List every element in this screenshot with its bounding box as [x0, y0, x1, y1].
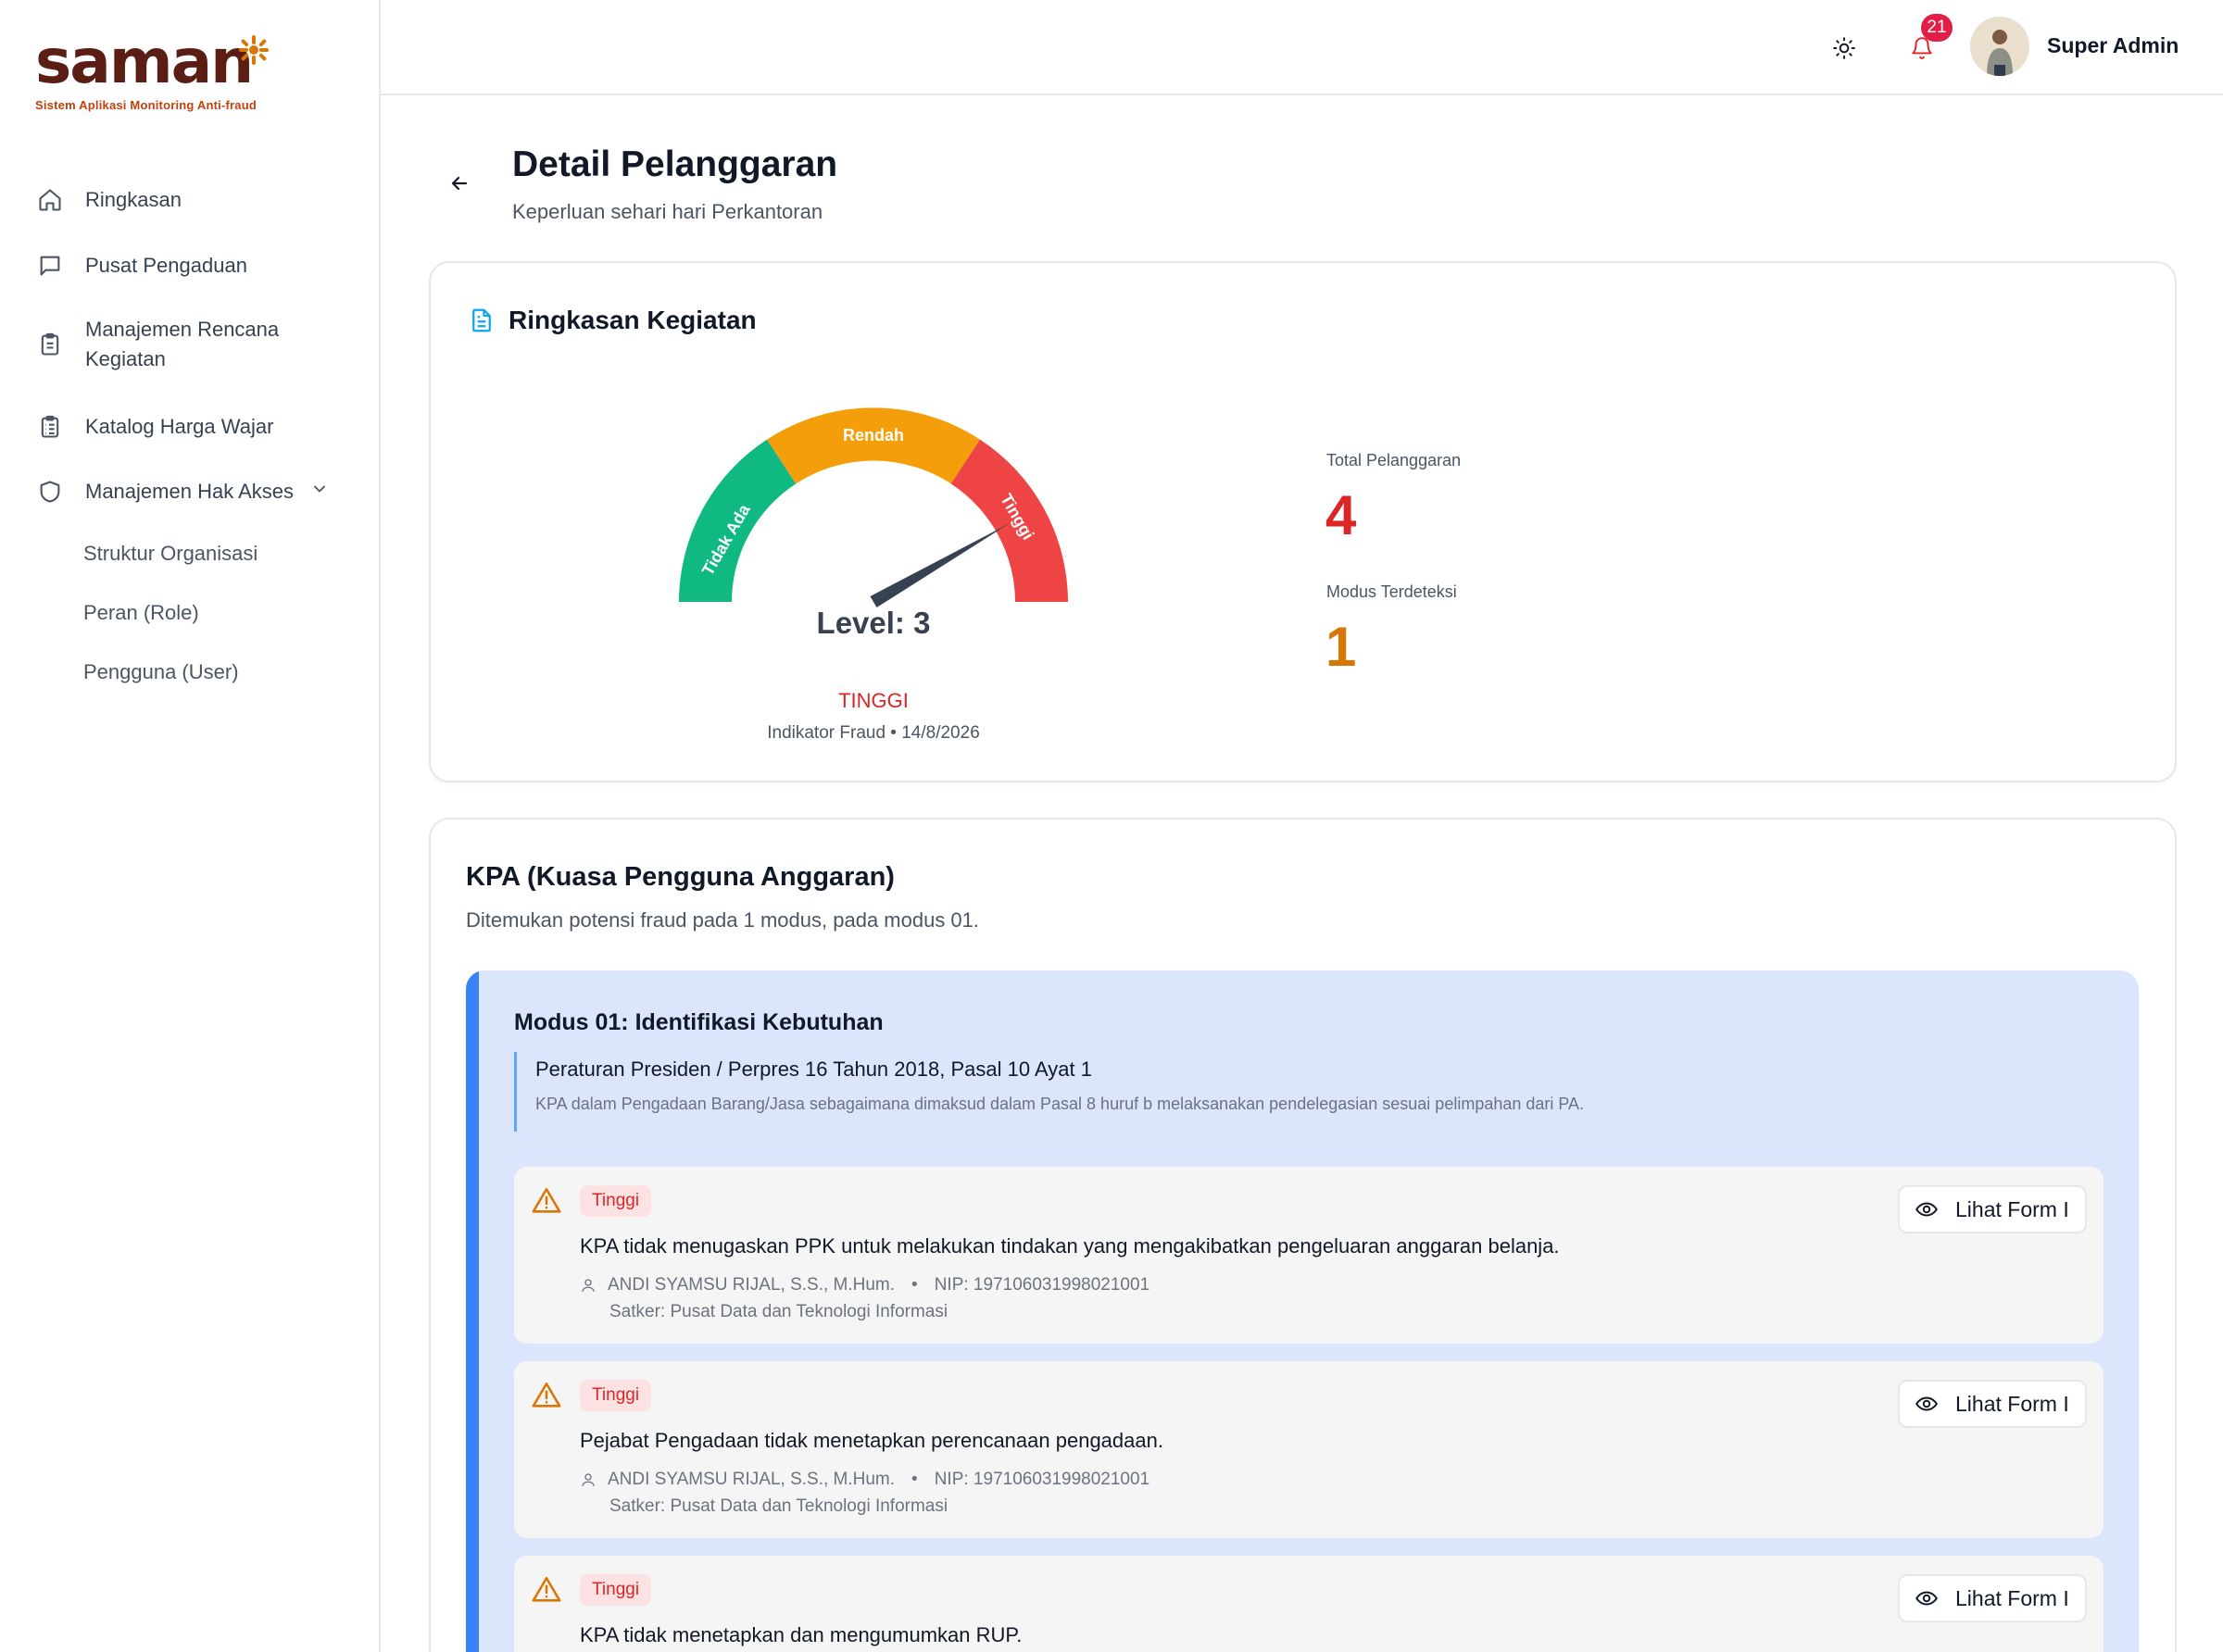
eye-icon: [1915, 1396, 1938, 1411]
modus-panel: Modus 01: Identifikasi Kebutuhan Peratur…: [466, 970, 2139, 1652]
back-button[interactable]: [445, 169, 474, 198]
stat-total-pelanggaran-label: Total Pelanggaran: [1326, 451, 1462, 469]
gauge-status: TINGGI: [838, 689, 909, 712]
sidebar-item-manajemen-hak-akses[interactable]: Manajemen Hak Akses: [35, 477, 329, 507]
finding-item: Tinggi Pejabat Pengadaan tidak menetapka…: [514, 1361, 2104, 1538]
regulation-title: Peraturan Presiden / Perpres 16 Tahun 20…: [535, 1058, 1092, 1081]
finding-satker: Satker: Pusat Data dan Teknologi Informa…: [609, 1302, 948, 1321]
topbar: 21 Super Admin: [381, 0, 2223, 95]
finding-nip: NIP: 197106031998021001: [934, 1470, 1150, 1489]
message-icon: [35, 251, 65, 281]
gauge-level: Level: 3: [816, 606, 931, 640]
view-form-button[interactable]: Lihat Form I: [1898, 1574, 2087, 1622]
finding-text: Pejabat Pengadaan tidak menetapkan peren…: [580, 1429, 1163, 1452]
logo-emblem-icon: [239, 35, 269, 65]
clipboard-list-icon: [35, 412, 65, 442]
separator-dot: •: [911, 1275, 918, 1295]
view-form-label: Lihat Form I: [1955, 1585, 2069, 1610]
page-subtitle: Keperluan sehari hari Perkantoran: [512, 200, 823, 223]
sidebar-item-label: Manajemen Hak Akses: [85, 480, 294, 503]
finding-item: Tinggi KPA tidak menetapkan dan mengumum…: [514, 1556, 2104, 1652]
eye-icon: [1915, 1591, 1938, 1606]
gauge-segment-rendah: [767, 407, 980, 484]
warning-icon: [532, 1576, 561, 1602]
sidebar-item-ringkasan[interactable]: Ringkasan: [35, 185, 182, 215]
user-icon: [582, 1473, 595, 1486]
user-icon: [582, 1279, 595, 1292]
brand-tagline: Sistem Aplikasi Monitoring Anti-fraud: [35, 98, 257, 112]
finding-item: Tinggi KPA tidak menugaskan PPK untuk me…: [514, 1167, 2104, 1344]
finding-text: KPA tidak menetapkan dan mengumumkan RUP…: [580, 1623, 1023, 1646]
finding-meta: ANDI SYAMSU RIJAL, S.S., M.Hum. • NIP: 1…: [580, 1275, 1149, 1295]
sidebar: saman Sistem Aplikasi Monitoring Anti-fr…: [0, 0, 381, 1652]
page-title: Detail Pelanggaran: [512, 144, 838, 184]
brand-logo[interactable]: saman Sistem Aplikasi Monitoring Anti-fr…: [35, 31, 276, 115]
chevron-down-icon[interactable]: [310, 480, 329, 504]
warning-icon: [532, 1187, 561, 1213]
gauge-caption: Indikator Fraud • 14/8/2026: [767, 723, 980, 743]
view-form-button[interactable]: Lihat Form I: [1898, 1380, 2087, 1428]
sidebar-item-katalog-harga-wajar[interactable]: Katalog Harga Wajar: [35, 412, 273, 442]
notification-count-badge: 21: [1921, 14, 1953, 42]
stat-modus-terdeteksi-label: Modus Terdeteksi: [1326, 582, 1457, 601]
finding-meta: ANDI SYAMSU RIJAL, S.S., M.Hum. • NIP: 1…: [580, 1470, 1149, 1490]
view-form-label: Lihat Form I: [1955, 1196, 2069, 1221]
shield-icon: [35, 477, 65, 507]
sidebar-item-label: Ringkasan: [85, 188, 182, 211]
stat-total-pelanggaran-value: 4: [1325, 484, 1357, 546]
regulation-box: Peraturan Presiden / Perpres 16 Tahun 20…: [514, 1052, 1584, 1132]
clipboard-icon: [35, 330, 65, 359]
summary-card: Ringkasan Kegiatan Tidak Ada Rendah Ting…: [429, 261, 2177, 782]
sun-icon: [1833, 37, 1855, 59]
gauge-label-rendah: Rendah: [843, 426, 904, 444]
sidebar-item-label: Pusat Pengaduan: [85, 254, 247, 277]
separator-dot: •: [911, 1470, 918, 1489]
kpa-card: KPA (Kuasa Pengguna Anggaran) Ditemukan …: [429, 818, 2177, 1652]
user-name[interactable]: Super Admin: [2047, 33, 2179, 58]
eye-icon: [1915, 1202, 1938, 1217]
regulation-description: KPA dalam Pengadaan Barang/Jasa sebagaim…: [535, 1095, 1585, 1113]
view-form-button[interactable]: Lihat Form I: [1898, 1185, 2087, 1233]
sidebar-item-label: Manajemen Rencana Kegiatan: [85, 318, 280, 370]
finding-text: KPA tidak menugaskan PPK untuk melakukan…: [580, 1234, 1560, 1258]
sidebar-subitem-peran[interactable]: Peran (Role): [83, 601, 199, 625]
theme-toggle-button[interactable]: [1826, 30, 1863, 67]
finding-nip: NIP: 197106031998021001: [934, 1275, 1150, 1295]
home-icon: [35, 185, 65, 215]
user-photo: [1970, 17, 2029, 76]
view-form-label: Lihat Form I: [1955, 1391, 2069, 1416]
sidebar-item-pusat-pengaduan[interactable]: Pusat Pengaduan: [35, 251, 247, 281]
document-icon: [472, 308, 491, 332]
sidebar-item-manajemen-rencana-kegiatan[interactable]: Manajemen Rencana Kegiatan: [35, 315, 308, 374]
finding-person: ANDI SYAMSU RIJAL, S.S., M.Hum.: [608, 1275, 896, 1295]
arrow-left-icon: [451, 176, 468, 191]
finding-satker: Satker: Pusat Data dan Teknologi Informa…: [609, 1496, 948, 1516]
summary-title: Ringkasan Kegiatan: [509, 306, 757, 334]
sidebar-item-label: Katalog Harga Wajar: [85, 415, 274, 438]
finding-person: ANDI SYAMSU RIJAL, S.S., M.Hum.: [608, 1470, 896, 1489]
sidebar-subitem-struktur-organisasi[interactable]: Struktur Organisasi: [83, 542, 257, 566]
warning-icon: [532, 1382, 561, 1408]
sidebar-subitem-pengguna[interactable]: Pengguna (User): [83, 660, 239, 684]
modus-title: Modus 01: Identifikasi Kebutuhan: [514, 1009, 884, 1035]
avatar[interactable]: [1970, 17, 2029, 76]
severity-badge: Tinggi: [580, 1574, 652, 1606]
kpa-subtitle: Ditemukan potensi fraud pada 1 modus, pa…: [466, 908, 980, 932]
gauge-needle: [870, 523, 1011, 608]
severity-badge: Tinggi: [580, 1185, 652, 1217]
stat-modus-terdeteksi-value: 1: [1325, 616, 1357, 678]
severity-badge: Tinggi: [580, 1380, 652, 1411]
modus-accent-bar: [466, 970, 479, 1652]
kpa-title: KPA (Kuasa Pengguna Anggaran): [466, 862, 895, 892]
